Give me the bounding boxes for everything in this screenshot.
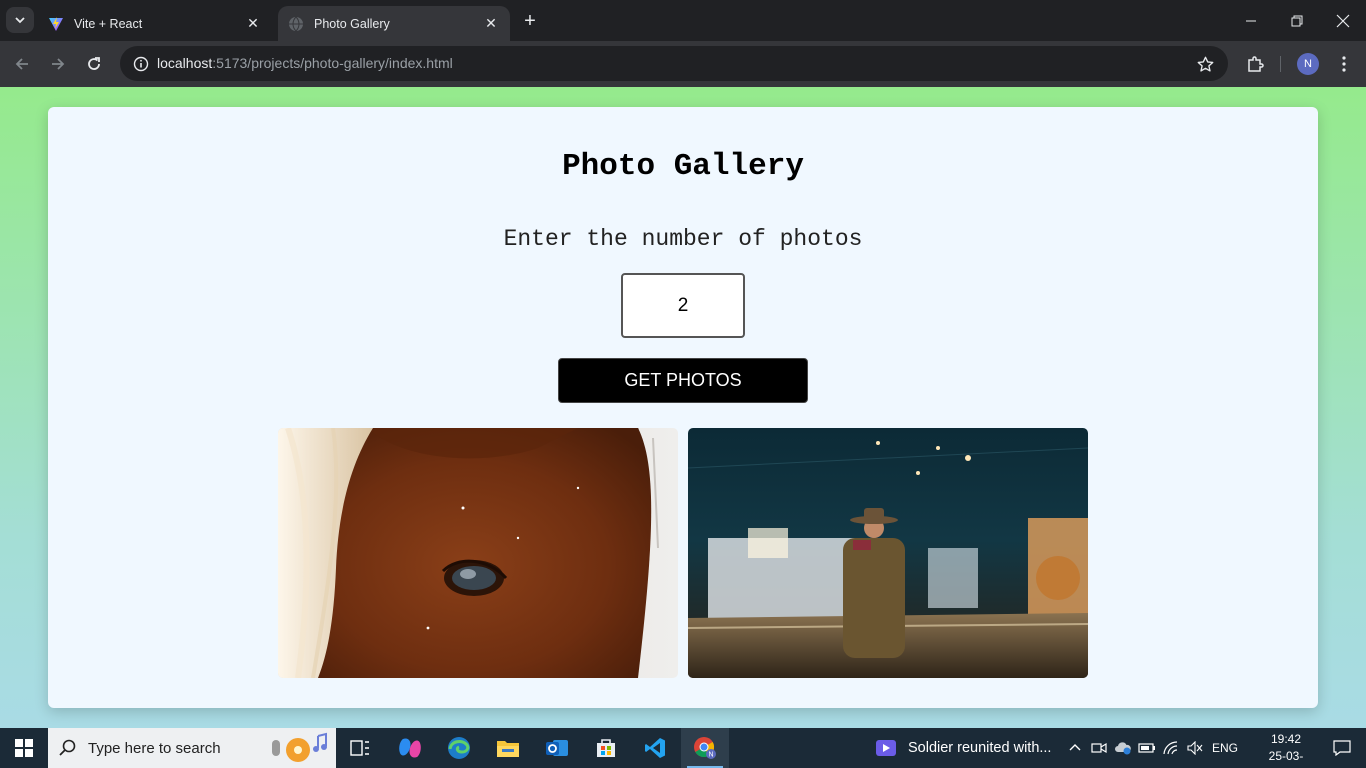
chevron-down-icon <box>15 17 25 24</box>
gallery-photo-horse <box>278 428 678 678</box>
chrome-taskbar-button[interactable]: N <box>681 728 729 768</box>
url-host: localhost <box>157 55 213 71</box>
search-highlight-icon <box>272 732 327 762</box>
photo-count-input[interactable] <box>621 273 745 338</box>
start-button[interactable] <box>0 728 48 768</box>
gallery-card: Photo Gallery Enter the number of photos… <box>48 107 1318 708</box>
battery-tray[interactable] <box>1136 728 1158 768</box>
news-widget[interactable]: Soldier reunited with... <box>868 728 1058 768</box>
notification-icon <box>1333 740 1351 756</box>
forward-button[interactable] <box>44 50 72 78</box>
arrow-left-icon <box>15 58 28 70</box>
globe-icon <box>289 16 303 32</box>
back-button[interactable] <box>8 50 36 78</box>
edge-icon <box>448 737 470 759</box>
onedrive-tray[interactable] <box>1112 728 1134 768</box>
task-view-icon <box>350 740 369 756</box>
toolbar-divider <box>1280 56 1281 72</box>
language-indicator[interactable]: ENG <box>1208 728 1242 768</box>
browser-tab-strip: Vite + React ✕ Photo Gallery ✕ + <box>0 0 1366 41</box>
url-text: localhost:5173/projects/photo-gallery/in… <box>157 55 453 71</box>
show-hidden-icons-button[interactable] <box>1064 728 1086 768</box>
reload-button[interactable] <box>80 50 108 78</box>
video-play-icon <box>876 740 896 756</box>
get-photos-button[interactable]: GET PHOTOS <box>558 358 808 403</box>
close-icon <box>1336 14 1350 27</box>
puzzle-icon <box>1248 56 1264 72</box>
close-icon[interactable]: ✕ <box>244 15 262 33</box>
close-icon[interactable]: ✕ <box>482 15 500 33</box>
address-bar[interactable]: localhost:5173/projects/photo-gallery/in… <box>120 46 1228 81</box>
vscode-icon <box>645 738 665 758</box>
tab-search-button[interactable] <box>6 7 34 33</box>
restore-button[interactable] <box>1274 0 1320 41</box>
windows-logo-icon <box>15 739 33 757</box>
tab-title: Photo Gallery <box>314 16 390 31</box>
site-info-button[interactable] <box>128 51 154 77</box>
bookmark-button[interactable] <box>1194 53 1216 75</box>
vscode-taskbar-button[interactable] <box>631 728 679 768</box>
close-window-button[interactable] <box>1320 0 1366 41</box>
edge-taskbar-button[interactable] <box>435 728 483 768</box>
network-tray[interactable] <box>1160 728 1182 768</box>
svg-text:N: N <box>708 752 713 759</box>
arrow-right-icon <box>52 58 65 70</box>
minimize-button[interactable] <box>1228 0 1274 41</box>
profile-avatar[interactable]: N <box>1297 53 1319 75</box>
reload-icon <box>88 57 100 70</box>
chevron-up-icon <box>1069 744 1081 751</box>
battery-icon <box>1138 743 1155 753</box>
speaker-muted-icon <box>1187 741 1203 755</box>
notifications-button[interactable] <box>1318 728 1366 768</box>
chrome-icon: N <box>694 737 716 759</box>
camera-icon <box>1091 742 1107 754</box>
wifi-icon <box>1163 741 1178 755</box>
extensions-button[interactable] <box>1242 51 1268 77</box>
folder-icon <box>497 741 519 757</box>
search-icon <box>48 739 88 757</box>
windows-taskbar: Type here to search N Soldier reunited w… <box>0 728 1366 768</box>
star-icon <box>1197 56 1213 72</box>
store-taskbar-button[interactable] <box>582 728 630 768</box>
system-clock[interactable]: 19:42 25-03-2025 <box>1256 731 1316 768</box>
meet-now-tray[interactable] <box>1088 728 1110 768</box>
minimize-icon <box>1246 20 1256 21</box>
page-viewport: Photo Gallery Enter the number of photos… <box>0 87 1366 728</box>
copilot-icon <box>399 738 421 758</box>
tab-title: Vite + React <box>74 16 143 31</box>
cloud-icon <box>1115 742 1131 755</box>
search-placeholder: Type here to search <box>88 739 221 757</box>
url-path: :5173/projects/photo-gallery/index.html <box>212 55 453 71</box>
copilot-taskbar-button[interactable] <box>386 728 434 768</box>
tab-vite-react[interactable]: Vite + React ✕ <box>38 6 272 41</box>
news-headline: Soldier reunited with... <box>908 740 1052 756</box>
tab-photo-gallery[interactable]: Photo Gallery ✕ <box>278 6 510 41</box>
volume-tray[interactable] <box>1184 728 1206 768</box>
browser-toolbar: localhost:5173/projects/photo-gallery/in… <box>0 41 1366 87</box>
gallery-photo-cafe <box>688 428 1088 678</box>
taskbar-search-box[interactable]: Type here to search <box>48 728 336 768</box>
clock-time: 19:42 <box>1270 732 1302 746</box>
info-icon <box>133 56 149 72</box>
browser-menu-button[interactable] <box>1332 51 1356 77</box>
task-view-button[interactable] <box>336 728 384 768</box>
restore-icon <box>1291 15 1303 26</box>
vite-icon <box>49 16 63 31</box>
new-tab-button[interactable]: + <box>518 9 542 33</box>
page-title: Photo Gallery <box>562 149 804 184</box>
more-vertical-icon <box>1342 56 1346 72</box>
outlook-icon <box>546 740 568 756</box>
photo-count-label: Enter the number of photos <box>503 226 863 252</box>
clock-date: 25-03-2025 <box>1268 749 1304 768</box>
file-explorer-taskbar-button[interactable] <box>484 728 532 768</box>
store-icon <box>597 739 615 757</box>
outlook-taskbar-button[interactable] <box>533 728 581 768</box>
